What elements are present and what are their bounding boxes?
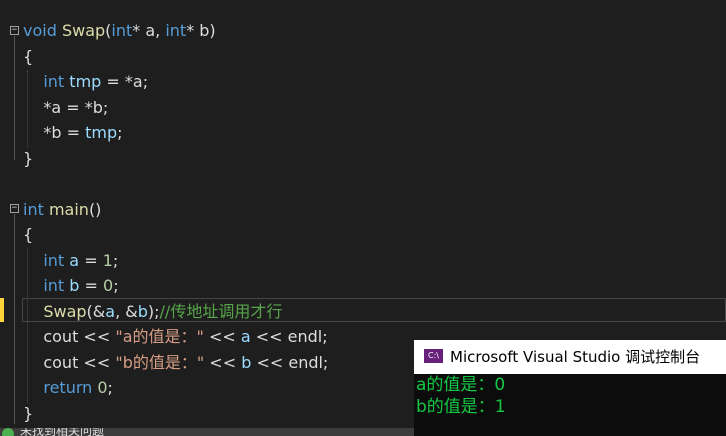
- code-token: "a的值是：": [115, 327, 204, 346]
- code-token: ;: [117, 123, 123, 142]
- fold-region-main: [14, 214, 15, 424]
- code-token: *a = *b;: [23, 98, 109, 117]
- code-token: a: [240, 327, 251, 346]
- code-token: tmp: [69, 72, 102, 91]
- status-bar: 未找到相关问题: [0, 428, 414, 436]
- code-line[interactable]: int a = 1;: [23, 248, 118, 273]
- code-token: , &: [115, 302, 138, 321]
- code-token: "b的值是：": [115, 353, 205, 372]
- code-token: b: [137, 302, 148, 321]
- code-token: * b): [186, 21, 216, 40]
- code-token: ;: [113, 276, 119, 295]
- fold-toggle-swap[interactable]: −: [10, 26, 19, 35]
- code-token: <<: [204, 353, 242, 372]
- code-token: * a,: [132, 21, 166, 40]
- code-token: //传地址调用才行: [159, 302, 283, 321]
- code-token: ;: [112, 251, 119, 270]
- code-token: 0: [97, 378, 108, 397]
- code-token: int: [111, 21, 133, 40]
- code-token: (&: [86, 302, 106, 321]
- code-token: );: [147, 302, 160, 321]
- code-token: {: [23, 225, 34, 244]
- editor-gutter: [0, 0, 7, 436]
- code-line[interactable]: int tmp = *a;: [23, 69, 148, 94]
- code-line[interactable]: {: [23, 44, 33, 69]
- code-token: int: [165, 21, 187, 40]
- code-token: a: [69, 251, 80, 270]
- code-token: 1: [102, 251, 113, 270]
- console-output-line: a的值是：0: [416, 375, 506, 395]
- status-text: 未找到相关问题: [20, 428, 105, 436]
- code-line[interactable]: }: [23, 146, 33, 171]
- change-marker: [0, 298, 4, 322]
- console-output-line: b的值是：1: [416, 397, 506, 417]
- fold-region-swap: [14, 36, 15, 160]
- code-token: int: [43, 72, 65, 91]
- code-token: =: [79, 251, 103, 270]
- code-line[interactable]: cout << "a的值是：" << a << endl;: [23, 324, 328, 349]
- code-token: }: [23, 404, 34, 423]
- code-token: << endl;: [251, 353, 329, 372]
- code-token: ;: [107, 378, 113, 397]
- code-token: cout <<: [23, 353, 116, 372]
- check-icon: [2, 428, 14, 436]
- code-line[interactable]: {: [23, 222, 33, 247]
- code-line[interactable]: return 0;: [23, 375, 113, 400]
- code-token: tmp: [85, 123, 118, 142]
- console-title-bar[interactable]: C:\ Microsoft Visual Studio 调试控制台: [414, 340, 726, 374]
- code-token: Swap: [61, 21, 106, 40]
- fold-toggle-main[interactable]: −: [10, 204, 19, 213]
- code-token: cout <<: [23, 327, 116, 346]
- code-token: return: [43, 378, 93, 397]
- code-token: int: [43, 251, 65, 270]
- code-token: b: [241, 353, 252, 372]
- code-line[interactable]: *a = *b;: [23, 95, 108, 120]
- code-line[interactable]: cout << "b的值是：" << b << endl;: [23, 350, 328, 375]
- code-token: = *a;: [101, 72, 149, 91]
- console-app-icon: C:\: [424, 349, 443, 363]
- code-token: void: [23, 21, 57, 40]
- code-line[interactable]: Swap(&a, &b);//传地址调用才行: [23, 299, 282, 324]
- code-token: =: [79, 276, 104, 295]
- debug-console-window[interactable]: C:\ Microsoft Visual Studio 调试控制台 a的值是：0…: [414, 340, 726, 436]
- code-line[interactable]: int b = 0;: [23, 273, 119, 298]
- code-token: b: [69, 276, 80, 295]
- code-token: *b =: [23, 123, 86, 142]
- code-token: Swap: [43, 302, 87, 321]
- code-line[interactable]: int main(): [23, 197, 101, 222]
- code-token: {: [23, 47, 34, 66]
- code-token: int: [43, 276, 65, 295]
- code-token: a: [105, 302, 116, 321]
- code-token: << endl;: [250, 327, 328, 346]
- code-token: main: [48, 200, 89, 219]
- code-token: (): [88, 200, 102, 219]
- code-token: int: [23, 200, 44, 219]
- code-line[interactable]: *b = tmp;: [23, 120, 122, 145]
- code-token: }: [23, 149, 34, 168]
- code-line[interactable]: void Swap(int* a, int* b): [23, 18, 216, 43]
- console-title: Microsoft Visual Studio 调试控制台: [450, 348, 701, 366]
- code-token: <<: [203, 327, 241, 346]
- code-token: 0: [103, 276, 114, 295]
- code-line[interactable]: }: [23, 401, 33, 426]
